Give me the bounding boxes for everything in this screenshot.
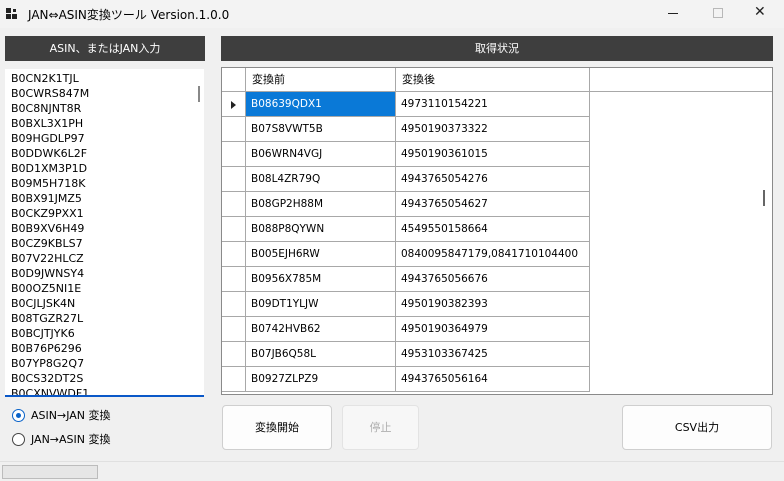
input-line: B0CJLJSK4N [11,297,76,310]
input-line: B07YP8G2Q7 [11,357,85,370]
maximize-button[interactable] [694,0,740,28]
grid-header-row: 変換前 変換後 [222,68,772,92]
row-header[interactable] [222,342,246,367]
grid-row[interactable]: B06WRN4VGJ 4950190361015 [222,142,590,167]
app-icon [6,8,18,20]
input-line: B0DDWK6L2F [11,147,88,160]
column-header-after[interactable]: 変換後 [396,68,590,91]
status-panel-header: 取得状況 [221,36,773,61]
cell-before[interactable]: B07JB6Q58L [246,342,396,367]
input-line: B09M5H718K [11,177,86,190]
row-header[interactable] [222,92,246,117]
cell-after[interactable]: 4950190361015 [396,142,590,167]
id-input-textbox[interactable]: B0CN2K1TJL B0CWRS847M B0C8NJNT8R B0BXL3X1PH… [5,69,204,397]
input-line: B0CN2K1TJL [11,72,79,85]
row-header[interactable] [222,192,246,217]
cell-before[interactable]: B08L4ZR79Q [246,167,396,192]
grid-row[interactable]: B07S8VWT5B 4950190373322 [222,117,590,142]
input-line: B0B9XV6H49 [11,222,85,235]
cell-before[interactable]: B06WRN4VGJ [246,142,396,167]
grid-row[interactable]: B08639QDX1 4973110154221 [222,92,590,117]
cell-before[interactable]: B09DT1YLJW [246,292,396,317]
grid-row[interactable]: B005EJH6RW 0840095847179,0841710104400 [222,242,590,267]
grid-scrollbar-thumb[interactable] [763,190,765,206]
input-line: B07V22HLCZ [11,252,84,265]
minimize-icon [668,13,678,14]
cell-after[interactable]: 4950190382393 [396,292,590,317]
minimize-button[interactable] [650,0,696,28]
radio-selected-icon [12,409,25,422]
close-button[interactable]: ✕ [738,0,784,28]
input-line: B0C8NJNT8R [11,102,82,115]
row-header[interactable] [222,317,246,342]
input-line: B0CWRS847M [11,87,90,100]
row-header-corner[interactable] [222,68,246,91]
input-line: B0CS32DT2S [11,372,84,385]
row-header[interactable] [222,292,246,317]
input-line: B09HGDLP97 [11,132,85,145]
grid-row[interactable]: B07JB6Q58L 4953103367425 [222,342,590,367]
cell-before[interactable]: B08GP2H88M [246,192,396,217]
input-line: B0D9JWNSY4 [11,267,85,280]
cell-before[interactable]: B0927ZLPZ9 [246,367,396,392]
cell-after[interactable]: 4549550158664 [396,217,590,242]
grid-row[interactable]: B08GP2H88M 4943765054627 [222,192,590,217]
status-bar [0,461,784,481]
radio-label-asin-to-jan: ASIN→JAN 変換 [31,409,111,422]
start-conversion-button[interactable]: 変換開始 [222,405,332,450]
row-header[interactable] [222,167,246,192]
cell-after[interactable]: 4943765054276 [396,167,590,192]
title-bar: JAN⇔ASIN変換ツール Version.1.0.0 ✕ [0,0,784,28]
grid-row[interactable]: B08L4ZR79Q 4943765054276 [222,167,590,192]
grid-row[interactable]: B088P8QYWN 4549550158664 [222,217,590,242]
input-line: B0D1XM3P1D [11,162,88,175]
input-line: B0CXNVWDF1 [11,387,90,397]
cell-after[interactable]: 4943765054627 [396,192,590,217]
cell-after[interactable]: 4953103367425 [396,342,590,367]
cell-before[interactable]: B0956X785M [246,267,396,292]
stop-button[interactable]: 停止 [342,405,419,450]
input-scrollbar-thumb[interactable] [198,86,200,102]
row-header[interactable] [222,267,246,292]
input-line: B0BX91JMZ5 [11,192,82,205]
cell-after[interactable]: 4973110154221 [396,92,590,117]
cell-before[interactable]: B005EJH6RW [246,242,396,267]
results-grid[interactable]: 変換前 変換後 B08639QDX1 4973110154221 B07S8VWT5… [221,67,773,395]
csv-export-button[interactable]: CSV出力 [622,405,772,450]
grid-row[interactable]: B0956X785M 4943765056676 [222,267,590,292]
cell-after[interactable]: 4943765056164 [396,367,590,392]
progress-bar [2,465,98,479]
row-header[interactable] [222,142,246,167]
cell-before[interactable]: B0742HVB62 [246,317,396,342]
row-header[interactable] [222,117,246,142]
window-title: JAN⇔ASIN変換ツール Version.1.0.0 [28,8,230,22]
current-row-arrow-icon [231,101,236,109]
input-line: B0BCJTJYK6 [11,327,75,340]
input-panel-header: ASIN、またはJAN入力 [5,36,205,61]
radio-label-jan-to-asin: JAN→ASIN 変換 [31,433,111,446]
input-line: B0CZ9KBLS7 [11,237,83,250]
cell-before[interactable]: B088P8QYWN [246,217,396,242]
input-line: B08TGZR27L [11,312,84,325]
grid-row[interactable]: B09DT1YLJW 4950190382393 [222,292,590,317]
row-header[interactable] [222,242,246,267]
cell-before[interactable]: B08639QDX1 [246,92,396,117]
input-line: B0CKZ9PXX1 [11,207,84,220]
row-header[interactable] [222,367,246,392]
cell-after[interactable]: 4950190364979 [396,317,590,342]
input-line: B00OZ5NI1E [11,282,82,295]
input-line: B0B76P6296 [11,342,82,355]
radio-unselected-icon [12,433,25,446]
close-icon: ✕ [754,4,766,20]
cell-after[interactable]: 4943765056676 [396,267,590,292]
cell-after[interactable]: 4950190373322 [396,117,590,142]
input-line: B0BXL3X1PH [11,117,84,130]
grid-row[interactable]: B0927ZLPZ9 4943765056164 [222,367,590,392]
maximize-icon [713,8,723,18]
row-header[interactable] [222,217,246,242]
grid-row[interactable]: B0742HVB62 4950190364979 [222,317,590,342]
cell-after[interactable]: 0840095847179,0841710104400 [396,242,590,267]
column-header-before[interactable]: 変換前 [246,68,396,91]
cell-before[interactable]: B07S8VWT5B [246,117,396,142]
